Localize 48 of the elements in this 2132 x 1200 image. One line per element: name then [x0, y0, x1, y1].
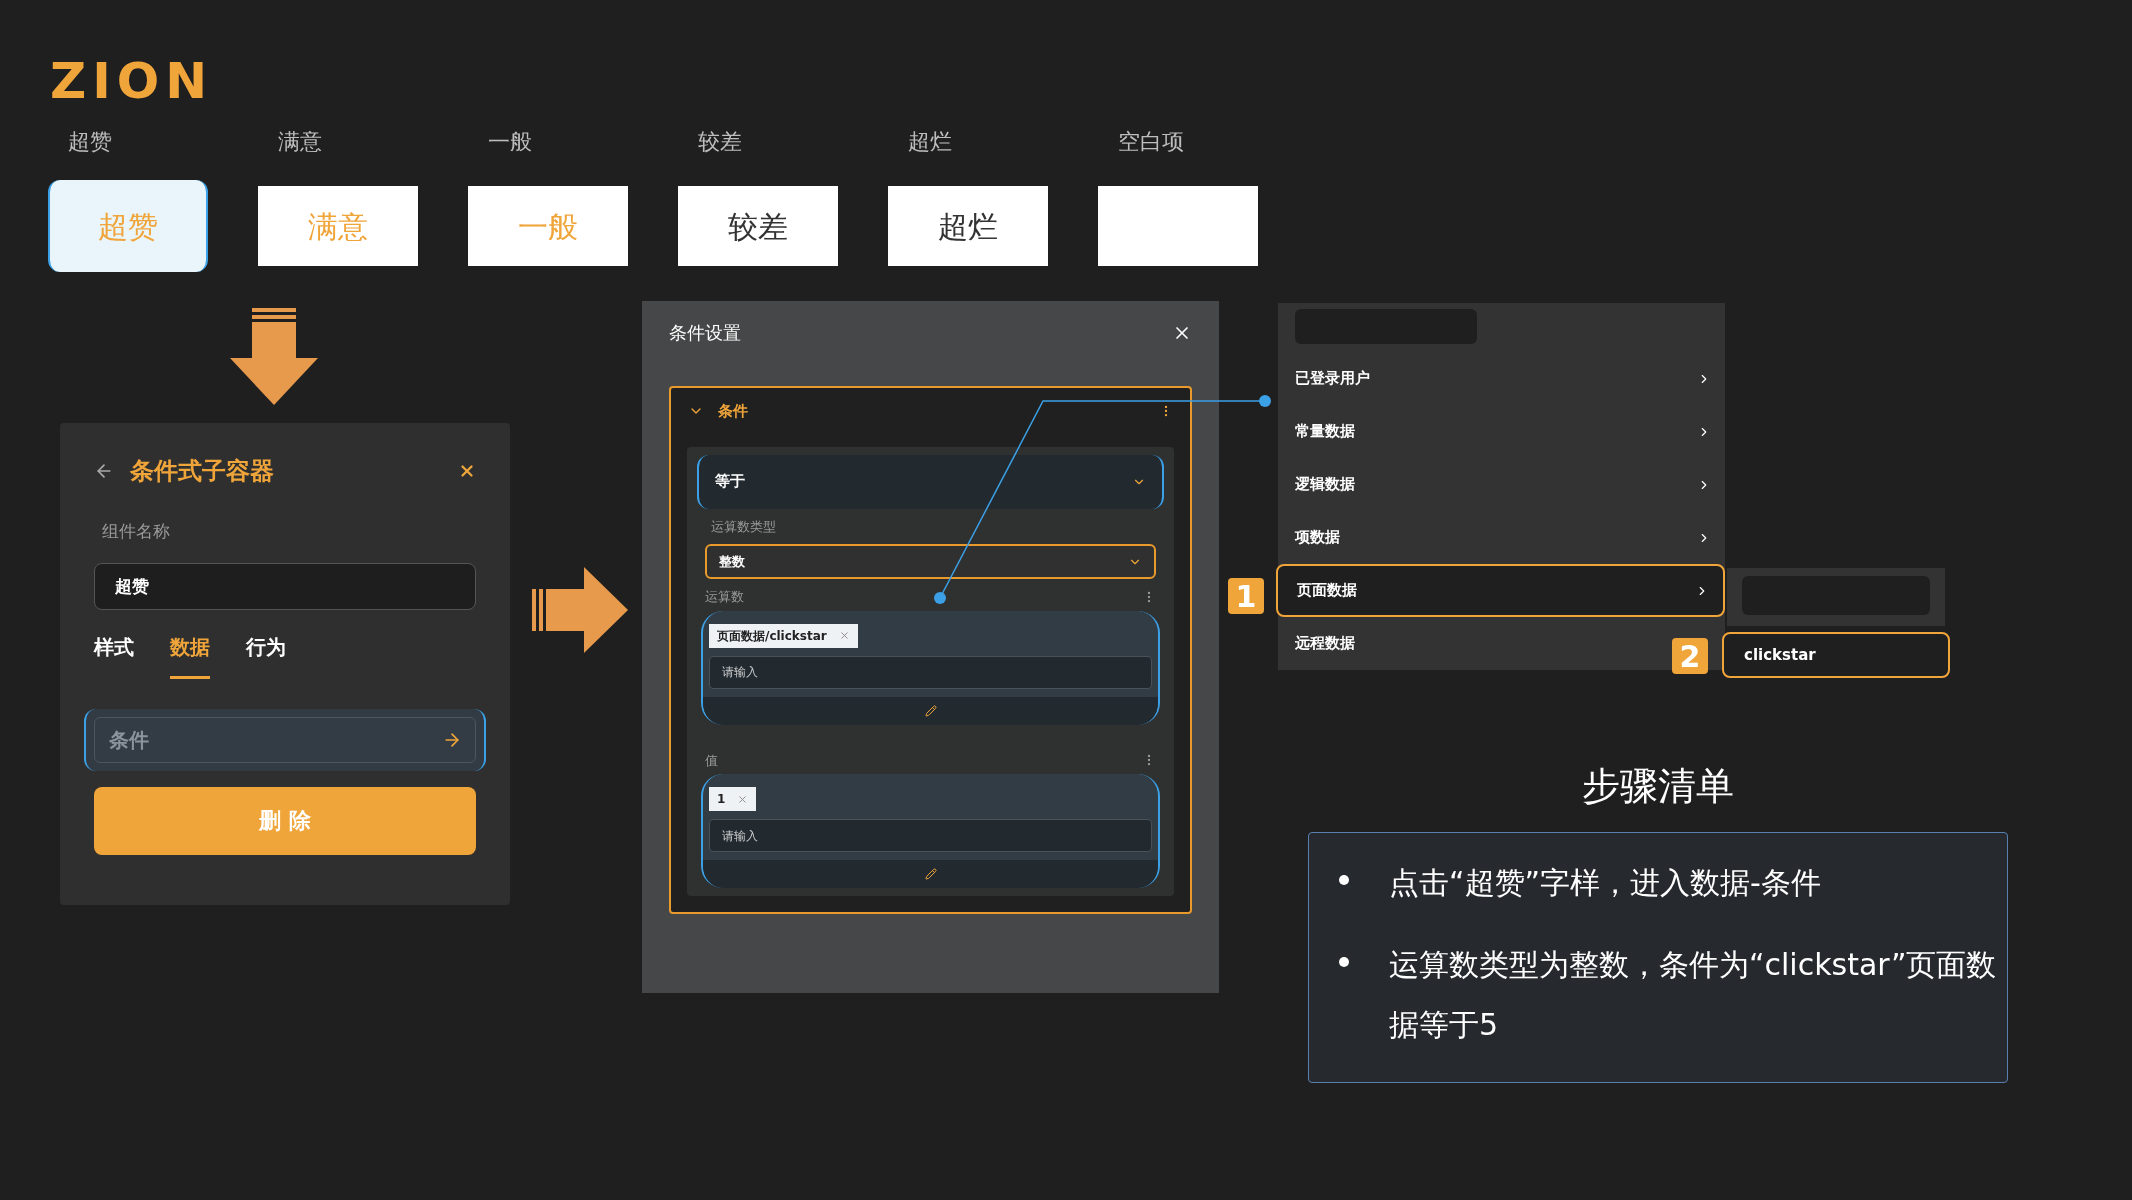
panel-title: 条件式子容器 [130, 456, 275, 487]
field-label: 组件名称 [102, 520, 171, 543]
name-field[interactable]: 超赞 [94, 562, 476, 610]
dialog-title: 条件设置 [669, 321, 741, 345]
tab[interactable]: 数据 [170, 631, 210, 679]
rating-option[interactable]: 超烂 [888, 186, 1048, 266]
field-label: 运算数 [705, 588, 744, 606]
step-text: 点击“超赞”字样，进入数据-条件 [1389, 864, 1821, 902]
submenu-item[interactable]: clickstar [1722, 632, 1950, 678]
rating-label: 超赞 [67, 128, 113, 156]
menu-item[interactable]: 页面数据 [1276, 564, 1725, 617]
rating-option[interactable]: 较差 [678, 186, 838, 266]
logo: ZION [50, 51, 214, 112]
type-select[interactable]: 整数 [705, 544, 1156, 579]
input-field[interactable]: 请输入 [709, 655, 1152, 689]
section-title: 条件 [718, 401, 749, 422]
operator-select[interactable]: 等于 [697, 454, 1164, 509]
tab[interactable]: 样式 [94, 631, 134, 679]
condition-field[interactable]: 条件 [94, 716, 476, 763]
menu-item[interactable]: 项数据 [1278, 511, 1725, 564]
rating-label: 空白项 [1117, 128, 1185, 156]
bullet-icon [1339, 957, 1349, 967]
edit-icon[interactable] [924, 704, 937, 717]
tab[interactable]: 行为 [246, 631, 286, 679]
step-badge: 2 [1672, 638, 1708, 674]
tag-chip: 页面数据/clickstar [709, 623, 858, 648]
down-arrow-icon [230, 308, 318, 405]
tag-field[interactable]: 1 请输入 [701, 774, 1160, 888]
menu-item[interactable]: 已登录用户 [1278, 352, 1725, 405]
step-text: 运算数类型为整数，条件为“clickstar”页面数据等于5 [1389, 946, 1998, 1044]
edit-icon[interactable] [924, 868, 937, 880]
field-label: 运算数类型 [710, 517, 777, 536]
rating-label: 较差 [697, 128, 743, 156]
rating-label: 一般 [487, 128, 533, 156]
menu-item[interactable]: 常量数据 [1278, 405, 1725, 458]
input-field[interactable]: 请输入 [709, 819, 1152, 852]
rating-label: 满意 [277, 128, 323, 156]
field-label: 值 [705, 751, 718, 770]
menu-item[interactable]: 逻辑数据 [1278, 458, 1725, 511]
steps-title: 步骤清单 [1581, 763, 1735, 810]
bullet-icon [1339, 875, 1349, 885]
step-badge: 1 [1228, 578, 1264, 614]
menu-item[interactable]: 远程数据 [1278, 617, 1658, 670]
right-arrow-icon [532, 567, 628, 653]
rating-label: 超烂 [907, 128, 953, 156]
tag-field[interactable]: 页面数据/clickstar 请输入 [701, 610, 1160, 725]
tag-chip: 1 [709, 787, 757, 811]
close-icon[interactable] [458, 462, 476, 480]
